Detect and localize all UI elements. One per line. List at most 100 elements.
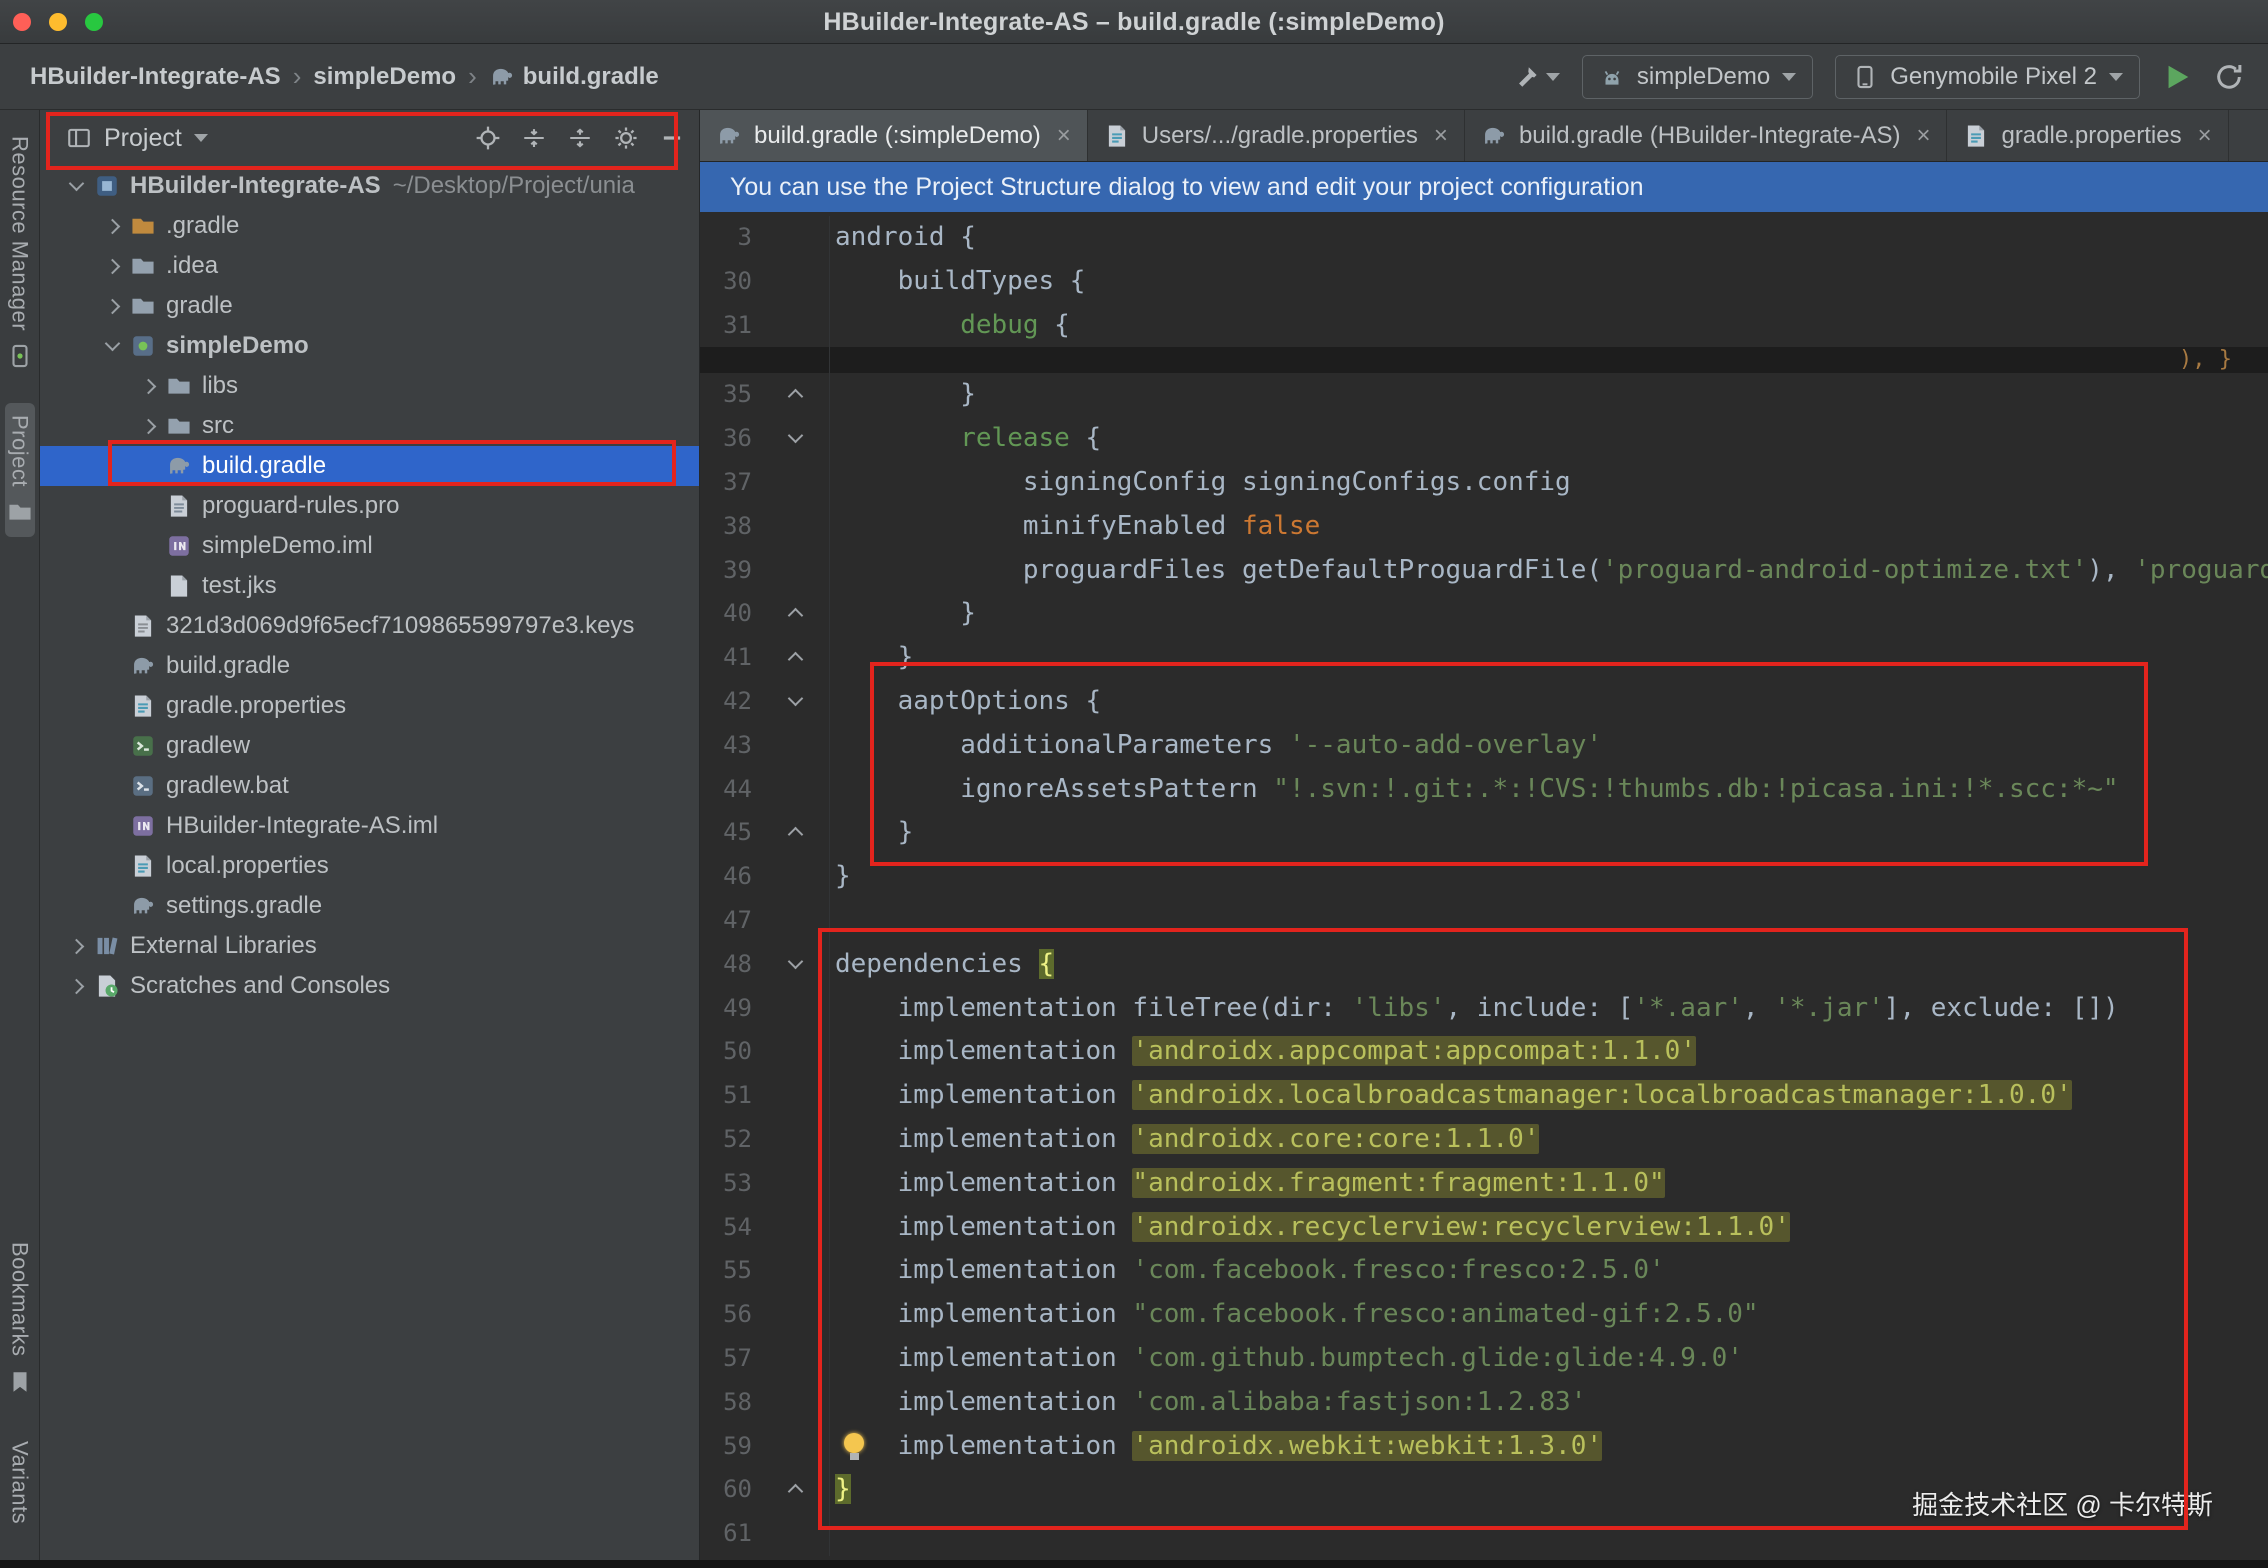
properties-icon xyxy=(130,693,156,719)
collapse-all-icon[interactable] xyxy=(521,125,547,151)
zoom-window-button[interactable] xyxy=(85,13,103,31)
tab-close-icon[interactable]: × xyxy=(1434,122,1448,150)
editor-tab-gradle.properties[interactable]: gradle.properties× xyxy=(1947,110,2228,161)
tab-close-icon[interactable]: × xyxy=(2198,122,2212,150)
code-line-text[interactable]: } xyxy=(830,592,2268,636)
settings-icon[interactable] xyxy=(613,125,639,151)
intention-bulb-icon[interactable] xyxy=(842,1432,866,1462)
editor-tab-build.gradle-hbuilder-integrate-as-[interactable]: build.gradle (HBuilder-Integrate-AS)× xyxy=(1465,110,1948,161)
tree-item-simpledemo[interactable]: simpleDemo xyxy=(40,326,699,366)
tree-item-gradle.properties[interactable]: gradle.properties xyxy=(40,686,699,726)
code-line-text[interactable]: implementation 'com.github.bumptech.glid… xyxy=(830,1337,2268,1381)
code-line-text[interactable]: implementation 'com.alibaba:fastjson:1.2… xyxy=(830,1381,2268,1425)
code-area[interactable]: 3android {30 buildTypes {31 debug {), }3… xyxy=(700,212,2268,1556)
tree-item-gradlew.bat[interactable]: gradlew.bat xyxy=(40,766,699,806)
code-line-text[interactable]: ignoreAssetsPattern "!.svn:!.git:.*:!CVS… xyxy=(830,768,2268,812)
device-selector[interactable]: Genymobile Pixel 2 xyxy=(1835,55,2140,99)
tree-down-arrow-icon[interactable] xyxy=(96,326,130,366)
tree-right-arrow-icon[interactable] xyxy=(132,366,166,406)
project-view-selector[interactable]: Project xyxy=(104,124,182,153)
code-line-text[interactable]: } xyxy=(830,855,2268,899)
chevron-down-icon[interactable] xyxy=(194,134,208,142)
code-line-text[interactable]: implementation 'androidx.localbroadcastm… xyxy=(830,1074,2268,1118)
tree-item-test.jks[interactable]: test.jks xyxy=(40,566,699,606)
breadcrumb-module[interactable]: simpleDemo xyxy=(313,63,456,91)
tree-item-hbuilder-integrate-as.iml[interactable]: HBuilder-Integrate-AS.iml xyxy=(40,806,699,846)
tree-item-src[interactable]: src xyxy=(40,406,699,446)
code-line-text[interactable]: release { xyxy=(830,417,2268,461)
breadcrumb-project[interactable]: HBuilder-Integrate-AS xyxy=(30,63,281,91)
tree-item-hbuilder-integrate-as[interactable]: HBuilder-Integrate-AS~/Desktop/Project/u… xyxy=(40,166,699,206)
code-line-text[interactable]: implementation 'androidx.appcompat:appco… xyxy=(830,1030,2268,1074)
tree-item-external-libraries[interactable]: External Libraries xyxy=(40,926,699,966)
fold-marker-icon[interactable] xyxy=(788,652,804,668)
code-line-text[interactable]: } xyxy=(830,811,2268,855)
fold-marker-icon[interactable] xyxy=(788,389,804,405)
code-line-text[interactable]: additionalParameters '--auto-add-overlay… xyxy=(830,724,2268,768)
tool-window-button-project[interactable]: Project xyxy=(5,403,35,537)
code-line-text[interactable]: android { xyxy=(830,216,2268,260)
tree-item-scratches-and-consoles[interactable]: Scratches and Consoles xyxy=(40,966,699,1006)
tree-right-arrow-icon[interactable] xyxy=(96,246,130,286)
tab-close-icon[interactable]: × xyxy=(1057,122,1071,150)
tool-window-button-bookmarks[interactable]: Bookmarks xyxy=(5,1230,35,1407)
run-configuration-selector[interactable]: simpleDemo xyxy=(1582,55,1813,99)
locate-icon[interactable] xyxy=(475,125,501,151)
code-line-text[interactable]: implementation 'androidx.webkit:webkit:1… xyxy=(830,1425,2268,1469)
code-line-text[interactable]: } xyxy=(830,636,2268,680)
code-line-text[interactable]: debug { xyxy=(830,304,2268,348)
code-line-text[interactable]: aaptOptions { xyxy=(830,680,2268,724)
tree-right-arrow-icon[interactable] xyxy=(96,286,130,326)
code-line-text[interactable]: proguardFiles getDefaultProguardFile('pr… xyxy=(830,549,2268,593)
run-button[interactable] xyxy=(2162,62,2192,92)
tree-item-build.gradle[interactable]: build.gradle xyxy=(40,446,699,486)
fold-marker-icon[interactable] xyxy=(788,691,804,707)
tree-item-proguard-rules.pro[interactable]: proguard-rules.pro xyxy=(40,486,699,526)
tree-item-.gradle[interactable]: .gradle xyxy=(40,206,699,246)
code-line-text[interactable] xyxy=(830,899,2268,943)
tool-window-button-variants[interactable]: Variants xyxy=(5,1429,35,1536)
tree-item-local.properties[interactable]: local.properties xyxy=(40,846,699,886)
tree-item-gradlew[interactable]: gradlew xyxy=(40,726,699,766)
tree-item-settings.gradle[interactable]: settings.gradle xyxy=(40,886,699,926)
code-line-text[interactable]: dependencies { xyxy=(830,943,2268,987)
sync-gradle-button[interactable] xyxy=(2214,62,2244,92)
code-line-text[interactable]: implementation 'androidx.core:core:1.1.0… xyxy=(830,1118,2268,1162)
tree-item-libs[interactable]: libs xyxy=(40,366,699,406)
tree-item-build.gradle[interactable]: build.gradle xyxy=(40,646,699,686)
fold-marker-icon[interactable] xyxy=(788,428,804,444)
build-button[interactable] xyxy=(1514,64,1560,90)
tree-item-.idea[interactable]: .idea xyxy=(40,246,699,286)
code-line-text[interactable]: } xyxy=(830,373,2268,417)
code-line-text[interactable]: buildTypes { xyxy=(830,260,2268,304)
tree-right-arrow-icon[interactable] xyxy=(132,406,166,446)
code-line-text[interactable]: ), } xyxy=(830,347,2268,373)
tree-down-arrow-icon[interactable] xyxy=(60,166,94,206)
hide-icon[interactable] xyxy=(659,125,685,151)
code-line-text[interactable]: signingConfig signingConfigs.config xyxy=(830,461,2268,505)
code-line-text[interactable]: implementation fileTree(dir: 'libs', inc… xyxy=(830,987,2268,1031)
tree-item-321d3d069d9f65ecf7109865599797e3.keys[interactable]: 321d3d069d9f65ecf7109865599797e3.keys xyxy=(40,606,699,646)
close-window-button[interactable] xyxy=(13,13,31,31)
code-line-text[interactable]: implementation 'androidx.recyclerview:re… xyxy=(830,1206,2268,1250)
tree-item-simpledemo.iml[interactable]: simpleDemo.iml xyxy=(40,526,699,566)
code-line-text[interactable]: minifyEnabled false xyxy=(830,505,2268,549)
code-line-text[interactable]: implementation 'com.facebook.fresco:fres… xyxy=(830,1249,2268,1293)
minimize-window-button[interactable] xyxy=(49,13,67,31)
fold-marker-icon[interactable] xyxy=(788,1484,804,1500)
tree-item-gradle[interactable]: gradle xyxy=(40,286,699,326)
tree-right-arrow-icon[interactable] xyxy=(60,966,94,1006)
code-line-text[interactable]: implementation "com.facebook.fresco:anim… xyxy=(830,1293,2268,1337)
fold-marker-icon[interactable] xyxy=(788,827,804,843)
tree-right-arrow-icon[interactable] xyxy=(60,926,94,966)
fold-marker-icon[interactable] xyxy=(788,953,804,969)
expand-all-icon[interactable] xyxy=(567,125,593,151)
editor-tab-users-...-gradle.properties[interactable]: Users/.../gradle.properties× xyxy=(1088,110,1465,161)
fold-marker-icon[interactable] xyxy=(788,608,804,624)
tree-right-arrow-icon[interactable] xyxy=(96,206,130,246)
editor-tab-build.gradle-simpledemo-[interactable]: build.gradle (:simpleDemo)× xyxy=(700,110,1088,161)
breadcrumb-file[interactable]: build.gradle xyxy=(523,63,659,91)
code-line-text[interactable]: implementation "androidx.fragment:fragme… xyxy=(830,1162,2268,1206)
tool-window-button-resource-manager[interactable]: Resource Manager xyxy=(5,124,35,381)
tab-close-icon[interactable]: × xyxy=(1916,122,1930,150)
